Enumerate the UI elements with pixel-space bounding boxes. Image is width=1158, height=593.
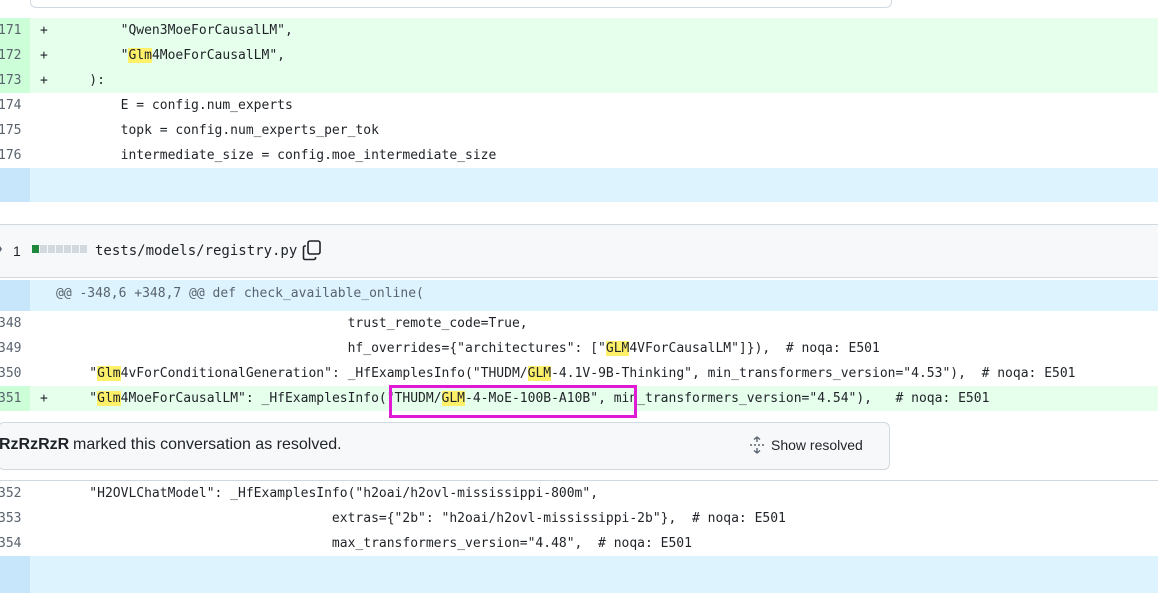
expand-gutter[interactable] xyxy=(0,168,30,202)
code-text: trust_remote_code=True, xyxy=(58,311,528,336)
expand-hunk-row-bottom[interactable] xyxy=(0,556,1158,593)
code-segment: " xyxy=(58,366,98,381)
diff-line: 176 intermediate_size = config.moe_inter… xyxy=(0,143,1158,168)
code-text: "Glm4vForConditionalGeneration": _HfExam… xyxy=(58,361,1076,386)
code-segment: extras={"2b": "h2oai/h2ovl-mississippi-2… xyxy=(58,511,786,526)
line-number[interactable]: 348 xyxy=(0,311,30,336)
code-segment: intermediate_size = config.moe_intermedi… xyxy=(58,148,497,163)
resolved-message: marked this conversation as resolved. xyxy=(73,436,342,453)
diff-line: 175 topk = config.num_experts_per_tok xyxy=(0,118,1158,143)
search-highlight: GLM xyxy=(605,341,630,356)
resolver-username[interactable]: RzRzRzR xyxy=(0,436,69,454)
chevron-icon[interactable] xyxy=(0,239,4,259)
code-segment: "H2OVLChatModel": _HfExamplesInfo("h2oai… xyxy=(58,486,599,501)
code-segment: 4vForConditionalGeneration": _HfExamples… xyxy=(120,366,528,381)
line-number[interactable]: 174 xyxy=(0,93,30,118)
code-segment: -4.1V-9B-Thinking", min_transformers_ver… xyxy=(551,366,1076,381)
hunk-header-row[interactable]: @@ -348,6 +348,7 @@ def check_available_… xyxy=(0,280,1158,312)
diff-line: 173 + ): xyxy=(0,68,1158,93)
line-number[interactable]: 173 xyxy=(0,68,30,93)
copy-icon[interactable] xyxy=(302,239,322,261)
code-segment: ): xyxy=(58,73,105,88)
code-segment: E = config.num_experts xyxy=(58,98,293,113)
code-text: "Glm4MoeForCausalLM": _HfExamplesInfo("T… xyxy=(58,386,989,411)
diff-line: 354 max_transformers_version="4.48", # n… xyxy=(0,531,1158,556)
hunk-expand-gutter[interactable] xyxy=(0,280,30,312)
diff-line: 349 hf_overrides={"architectures": ["GLM… xyxy=(0,336,1158,361)
code-text: max_transformers_version="4.48", # noqa:… xyxy=(58,531,692,556)
search-highlight: GLM xyxy=(441,391,466,406)
line-number[interactable]: 351 xyxy=(0,386,30,411)
code-text: "Glm4MoeForCausalLM", xyxy=(58,43,285,68)
line-number[interactable]: 176 xyxy=(0,143,30,168)
diff-marker: + xyxy=(40,391,48,406)
file-header: 1 tests/models/registry.py xyxy=(0,224,1158,278)
code-text: topk = config.num_experts_per_tok xyxy=(58,118,379,143)
expand-gutter-bottom[interactable] xyxy=(0,556,30,593)
diff-line: 350 "Glm4vForConditionalGeneration": _Hf… xyxy=(0,361,1158,386)
code-text: "Qwen3MoeForCausalLM", xyxy=(58,18,293,43)
code-segment: 4VForCausalLM"]}), # noqa: E501 xyxy=(629,341,880,356)
line-number[interactable]: 349 xyxy=(0,336,30,361)
line-number[interactable]: 172 xyxy=(0,43,30,68)
expand-hunk-row[interactable] xyxy=(0,168,1158,202)
code-segment: "Qwen3MoeForCausalLM", xyxy=(58,23,293,38)
line-number[interactable]: 171 xyxy=(0,18,30,43)
diff-marker: + xyxy=(40,23,48,38)
code-text: "H2OVLChatModel": _HfExamplesInfo("h2oai… xyxy=(58,481,598,506)
code-segment: trust_remote_code=True, xyxy=(58,316,528,331)
code-segment: 4MoeForCausalLM", xyxy=(151,48,285,63)
show-resolved-button[interactable]: Show resolved xyxy=(749,436,863,454)
show-resolved-label: Show resolved xyxy=(771,437,863,453)
code-segment: 4MoeForCausalLM": _HfExamplesInfo("THUDM… xyxy=(120,391,442,406)
diff-line: 351 + "Glm4MoeForCausalLM": _HfExamplesIn… xyxy=(0,386,1158,411)
hunk-header-text: @@ -348,6 +348,7 @@ def check_available_… xyxy=(56,286,424,301)
code-segment: " xyxy=(58,48,129,63)
code-text: hf_overrides={"architectures": ["GLM4VFo… xyxy=(58,336,880,361)
file-change-count: 1 xyxy=(13,243,21,259)
code-segment: " xyxy=(58,391,98,406)
line-number[interactable]: 175 xyxy=(0,118,30,143)
diff-line: 171 + "Qwen3MoeForCausalLM", xyxy=(0,18,1158,43)
diff-line: 352 "H2OVLChatModel": _HfExamplesInfo("h… xyxy=(0,481,1158,506)
diff-line: 174 E = config.num_experts xyxy=(0,93,1158,118)
previous-comment-card-edge xyxy=(30,0,892,8)
code-segment: -4-MoE-100B-A10B", min_transformers_vers… xyxy=(465,391,990,406)
unfold-icon xyxy=(750,436,764,454)
line-number[interactable]: 353 xyxy=(0,506,30,531)
line-number[interactable]: 350 xyxy=(0,361,30,386)
diff-marker: + xyxy=(40,73,48,88)
file-path-link[interactable]: tests/models/registry.py xyxy=(95,243,297,259)
diffstat xyxy=(32,245,87,253)
search-highlight: Glm xyxy=(97,366,121,381)
resolved-conversation-bar: RzRzRzR marked this conversation as reso… xyxy=(0,422,890,470)
code-text: ): xyxy=(58,68,105,93)
search-highlight: Glm xyxy=(97,391,121,406)
code-text: extras={"2b": "h2oai/h2ovl-mississippi-2… xyxy=(58,506,786,531)
line-number[interactable]: 354 xyxy=(0,531,30,556)
code-segment: hf_overrides={"architectures": [" xyxy=(58,341,606,356)
code-segment: topk = config.num_experts_per_tok xyxy=(58,123,379,138)
diff-line: 348 trust_remote_code=True, xyxy=(0,311,1158,336)
diff-line: 353 extras={"2b": "h2oai/h2ovl-mississip… xyxy=(0,506,1158,531)
search-highlight: GLM xyxy=(527,366,552,381)
code-text: intermediate_size = config.moe_intermedi… xyxy=(58,143,497,168)
diff-marker: + xyxy=(40,48,48,63)
search-highlight: Glm xyxy=(128,48,152,63)
line-number[interactable]: 352 xyxy=(0,481,30,506)
code-text: E = config.num_experts xyxy=(58,93,293,118)
diff-line: 172 + "Glm4MoeForCausalLM", xyxy=(0,43,1158,68)
code-segment: max_transformers_version="4.48", # noqa:… xyxy=(58,536,692,551)
